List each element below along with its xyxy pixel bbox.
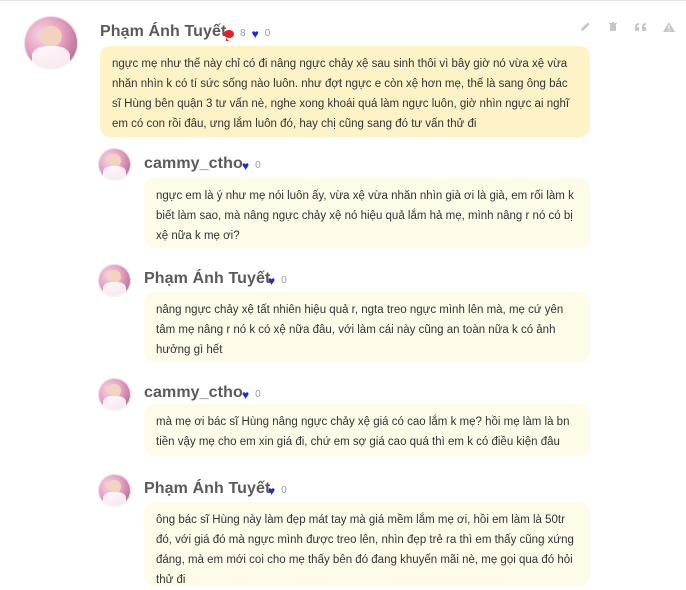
heart-icon[interactable]: ♥ — [242, 160, 249, 172]
warning-icon[interactable] — [662, 20, 676, 34]
avatar-body — [102, 282, 127, 297]
edit-icon[interactable] — [578, 20, 592, 34]
avatar[interactable] — [98, 378, 131, 411]
quote-icon[interactable] — [634, 20, 648, 34]
comment-meta: 8 ♥ 0 — [224, 28, 271, 41]
comment-text: mà mẹ ơi bác sĩ Hùng nâng ngực chảy xệ g… — [144, 404, 590, 456]
heart-icon[interactable]: ♥ — [268, 275, 275, 287]
author-name[interactable]: cammy_ctho — [144, 384, 243, 402]
avatar[interactable] — [24, 16, 78, 70]
like-count: 0 — [255, 389, 261, 400]
avatar[interactable] — [98, 264, 131, 297]
comment-actions — [578, 20, 676, 34]
author-name[interactable]: cammy_ctho — [144, 155, 243, 173]
avatar-face — [107, 479, 122, 494]
comment-meta: ♥ 0 — [268, 275, 287, 287]
like-count: 0 — [255, 160, 261, 171]
avatar-face — [107, 269, 122, 284]
like-count: 0 — [264, 28, 271, 39]
like-count: 0 — [281, 485, 287, 496]
heart-icon[interactable]: ♥ — [242, 389, 249, 401]
avatar-face — [107, 383, 122, 398]
top-divider — [0, 0, 686, 9]
avatar-body — [32, 45, 70, 70]
comment-text: nâng ngực chảy xệ tất nhiên hiệu quả r, … — [144, 292, 590, 362]
avatar-body — [102, 492, 127, 507]
avatar-body — [102, 166, 127, 181]
comment-text: ngực em là ý như mẹ nói luôn ấy, vừa xệ … — [144, 178, 590, 248]
speech-bubble-icon[interactable] — [224, 29, 234, 41]
avatar-face — [107, 153, 122, 168]
trash-icon[interactable] — [606, 20, 620, 34]
author-name[interactable]: Phạm Ánh Tuyết — [100, 23, 226, 41]
comment-meta: ♥ 0 — [242, 160, 261, 172]
author-name[interactable]: Phạm Ánh Tuyết — [144, 270, 270, 288]
avatar[interactable] — [98, 148, 131, 181]
avatar-face — [40, 25, 62, 48]
reply-count: 8 — [240, 28, 246, 39]
comment-meta: ♥ 0 — [268, 485, 287, 497]
heart-icon[interactable]: ♥ — [268, 485, 275, 497]
avatar-body — [102, 396, 127, 411]
author-name[interactable]: Phạm Ánh Tuyết — [144, 480, 270, 498]
comment-text: ông bác sĩ Hùng này làm đẹp mát tay mà g… — [144, 502, 590, 586]
comment-meta: ♥ 0 — [242, 389, 261, 401]
heart-icon[interactable]: ♥ — [252, 28, 259, 40]
like-count: 0 — [281, 275, 287, 286]
avatar[interactable] — [98, 474, 131, 507]
comment-text: ngực mẹ như thế này chỉ có đi nâng ngực … — [100, 46, 590, 137]
